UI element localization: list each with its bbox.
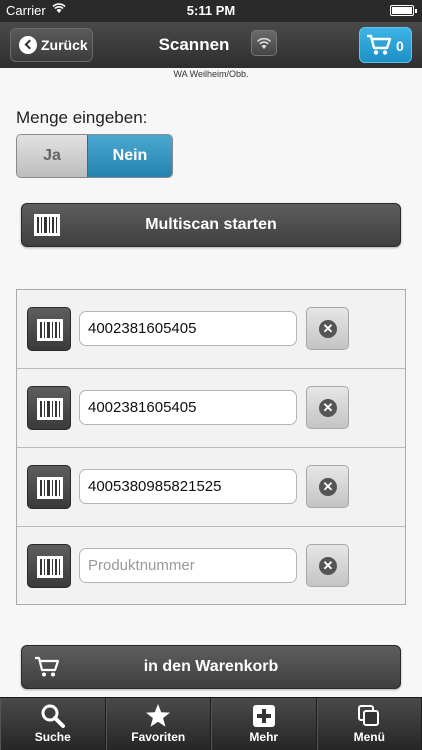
quantity-label: Menge eingeben: <box>16 108 148 127</box>
close-icon: ✕ <box>319 320 337 338</box>
barcode-icon <box>37 319 63 341</box>
tab-label: Mehr <box>249 730 279 744</box>
clear-button[interactable]: ✕ <box>306 307 349 350</box>
quantity-toggle: Ja Nein <box>16 134 173 178</box>
tab-menu[interactable]: Menü <box>316 698 422 750</box>
multiscan-button[interactable]: Multiscan starten <box>21 203 401 247</box>
tab-favorites[interactable]: Favoriten <box>105 698 211 750</box>
scan-row: ✕ <box>17 448 405 527</box>
quantity-yes-option[interactable]: Ja <box>17 135 87 177</box>
product-number-input[interactable] <box>79 469 297 504</box>
tab-bar: Suche Favoriten Mehr Menü <box>0 697 422 750</box>
windows-icon <box>358 705 380 726</box>
product-number-input[interactable] <box>79 548 297 583</box>
scan-row: ✕ <box>17 369 405 448</box>
barcode-icon <box>37 477 63 499</box>
clear-button[interactable]: ✕ <box>306 465 349 508</box>
status-bar: Carrier 5:11 PM <box>0 0 422 22</box>
tab-more[interactable]: Mehr <box>211 698 317 750</box>
close-icon: ✕ <box>319 557 337 575</box>
add-to-cart-label: in den Warenkorb <box>143 658 279 675</box>
barcode-icon <box>37 398 63 420</box>
star-icon <box>146 704 171 727</box>
tab-label: Menü <box>353 730 385 744</box>
status-time: 5:11 PM <box>186 3 236 18</box>
multiscan-button-label: Multiscan starten <box>145 216 277 233</box>
wifi-icon[interactable] <box>251 30 277 56</box>
cart-button[interactable]: 0 <box>359 27 412 63</box>
add-to-cart-button[interactable]: in den Warenkorb <box>21 645 401 689</box>
quantity-no-option[interactable]: Nein <box>87 135 172 177</box>
scan-row: ✕ <box>17 527 405 606</box>
cart-icon <box>367 34 392 55</box>
clear-button[interactable]: ✕ <box>306 386 349 429</box>
scan-list: ✕ ✕ ✕ ✕ <box>16 289 406 605</box>
tab-label: Favoriten <box>131 730 186 744</box>
product-number-input[interactable] <box>79 390 297 425</box>
close-icon: ✕ <box>319 399 337 417</box>
tab-search[interactable]: Suche <box>0 698 106 750</box>
plus-icon <box>252 705 275 727</box>
search-icon <box>41 704 65 728</box>
battery-icon <box>390 5 417 16</box>
barcode-icon <box>34 214 60 236</box>
product-number-input[interactable] <box>79 311 297 346</box>
barcode-scan-button[interactable] <box>27 307 71 351</box>
cart-icon <box>35 656 60 677</box>
clear-button[interactable]: ✕ <box>306 544 349 587</box>
barcode-scan-button[interactable] <box>27 544 71 588</box>
close-icon: ✕ <box>319 478 337 496</box>
tab-label: Suche <box>34 730 71 744</box>
barcode-scan-button[interactable] <box>27 465 71 509</box>
navigation-bar: Zurück Scannen 0 <box>0 22 422 68</box>
barcode-icon <box>37 556 63 578</box>
cart-count-badge: 0 <box>396 38 404 54</box>
scan-row: ✕ <box>17 290 405 369</box>
location-label: WA Weilheim/Obb. <box>173 69 249 79</box>
barcode-scan-button[interactable] <box>27 386 71 430</box>
